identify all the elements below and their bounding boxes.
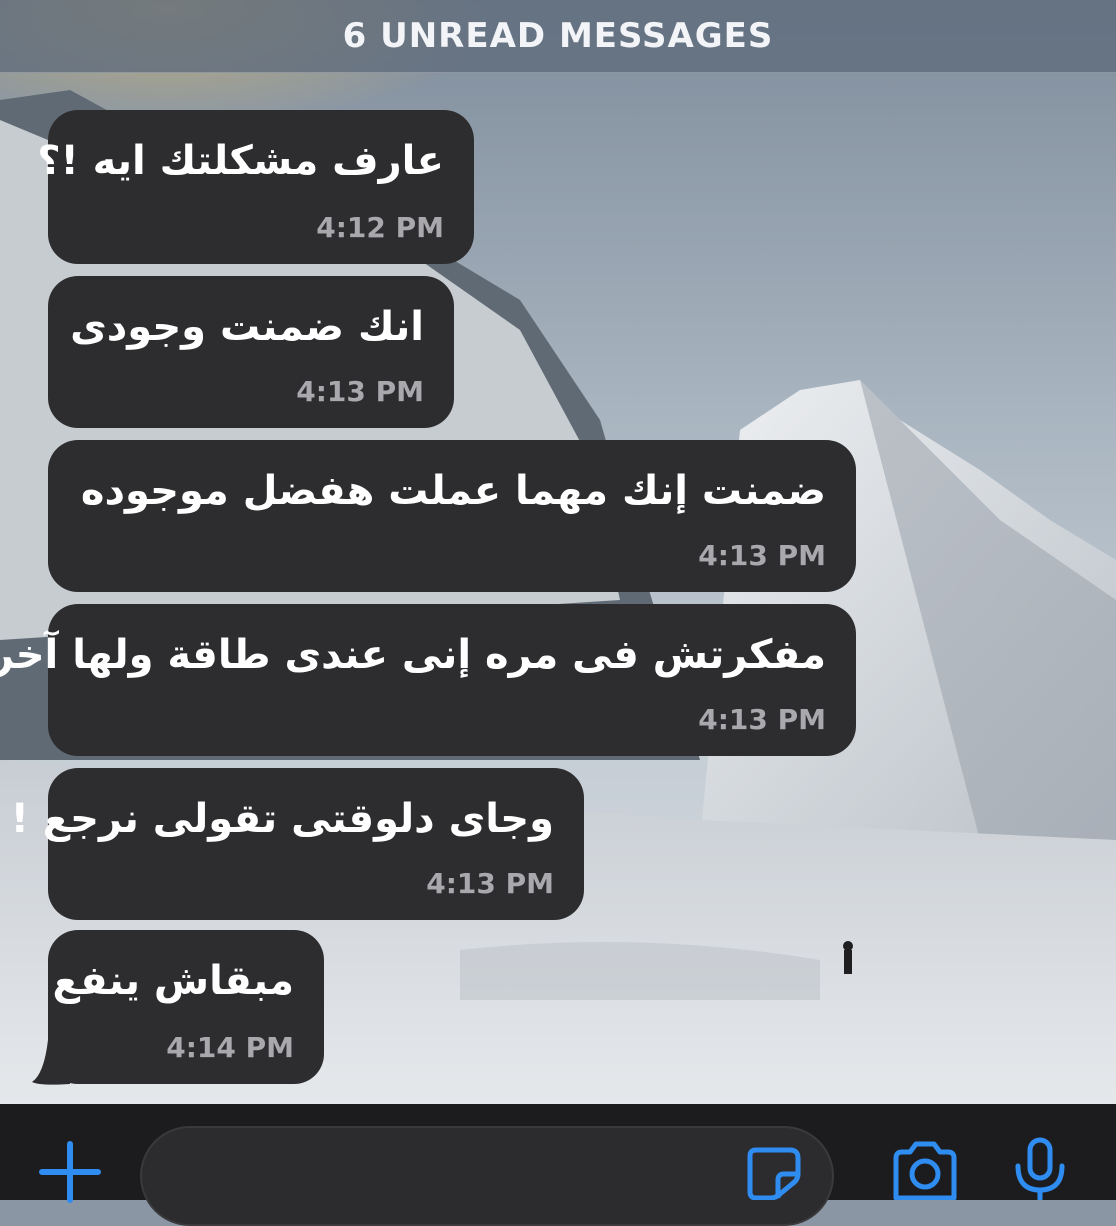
microphone-icon[interactable] <box>1010 1136 1070 1200</box>
message-text: مبقاش ينفع <box>52 958 294 1004</box>
message-input[interactable] <box>140 1126 834 1226</box>
camera-icon[interactable] <box>890 1140 960 1200</box>
message-text: مفكرتش فى مره إنى عندى طاقة ولها آخر <box>0 632 826 678</box>
message-bubble[interactable]: وجاى دلوقتى تقولى نرجع ! 4:13 PM <box>11 768 584 920</box>
message-timestamp: 4:13 PM <box>698 539 826 572</box>
message-timestamp: 4:13 PM <box>698 703 826 736</box>
unread-messages-label: 6 UNREAD MESSAGES <box>342 16 774 56</box>
message-timestamp: 4:14 PM <box>166 1031 294 1064</box>
sticker-icon[interactable] <box>744 1144 804 1200</box>
message-text: عارف مشكلتك ايه !؟ <box>37 138 444 184</box>
plus-icon[interactable] <box>38 1140 102 1204</box>
message-bubble[interactable]: عارف مشكلتك ايه !؟ 4:12 PM <box>37 110 474 264</box>
unread-messages-bar: 6 UNREAD MESSAGES <box>0 0 1116 73</box>
message-timestamp: 4:13 PM <box>426 867 554 900</box>
message-bubble[interactable]: ضمنت إنك مهما عملت هفضل موجوده 4:13 PM <box>48 440 856 592</box>
message-text: وجاى دلوقتى تقولى نرجع ! <box>10 796 554 842</box>
message-timestamp: 4:13 PM <box>296 375 424 408</box>
message-bubble[interactable]: انك ضمنت وجودى 4:13 PM <box>48 276 454 428</box>
bubble-tail <box>30 1040 90 1086</box>
message-text: انك ضمنت وجودى <box>70 304 424 350</box>
message-text: ضمنت إنك مهما عملت هفضل موجوده <box>80 468 826 514</box>
message-timestamp: 4:12 PM <box>316 211 444 244</box>
message-bubble[interactable]: مفكرتش فى مره إنى عندى طاقة ولها آخر 4:1… <box>0 604 856 756</box>
